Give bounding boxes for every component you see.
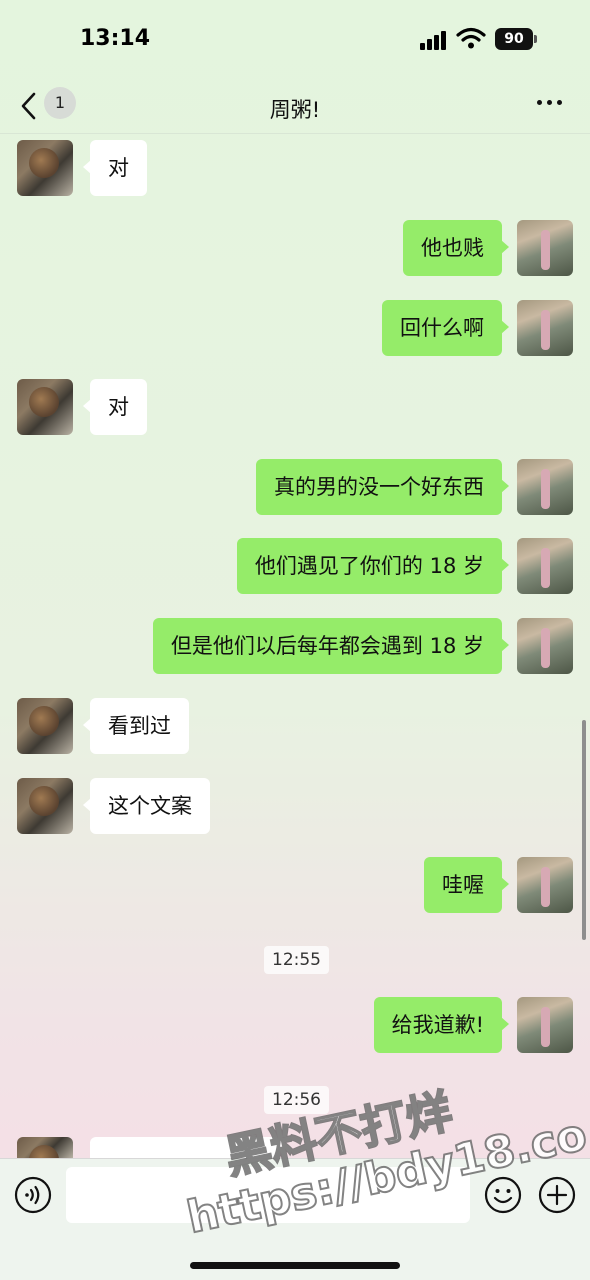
message-timestamp: 12:56 [264, 1086, 329, 1114]
message-bubble-sent[interactable]: 他也贱 [403, 220, 509, 276]
message-bubble-sent[interactable]: 真的男的没一个好东西 [256, 459, 509, 515]
battery-level: 90 [495, 28, 533, 50]
cellular-signal-icon [420, 30, 448, 50]
wifi-icon [456, 27, 486, 49]
plus-icon[interactable] [538, 1176, 576, 1214]
contact-avatar[interactable] [17, 1137, 73, 1158]
message-bubble-sent[interactable]: 给我道歉! [373, 997, 510, 1053]
message-bubble-sent[interactable]: 他们遇见了你们的 18 岁 [236, 538, 510, 594]
contact-avatar[interactable] [17, 379, 73, 435]
status-time: 13:14 [80, 26, 151, 51]
message-bubble-received[interactable]: 对 [83, 140, 147, 196]
emoji-icon[interactable] [484, 1176, 522, 1214]
message-timestamp: 12:55 [264, 946, 329, 974]
my-avatar[interactable] [517, 618, 573, 674]
battery-icon: 90 [495, 28, 539, 50]
message-bubble-received[interactable]: 看到过 [83, 698, 189, 754]
message-input[interactable] [66, 1167, 470, 1223]
my-avatar[interactable] [517, 300, 573, 356]
my-avatar[interactable] [517, 997, 573, 1053]
chat-title: 周粥! [269, 98, 321, 122]
my-avatar[interactable] [517, 220, 573, 276]
scrollbar[interactable] [582, 720, 586, 940]
message-bubble-sent[interactable]: 但是他们以后每年都会遇到 18 岁 [152, 618, 510, 674]
more-dots-icon[interactable] [537, 100, 565, 108]
message-bubble-sent[interactable]: 哇喔 [424, 857, 509, 913]
message-bubble-received-partial[interactable] [90, 1137, 280, 1158]
home-indicator[interactable] [190, 1262, 400, 1269]
message-bubble-received[interactable]: 这个文案 [83, 778, 210, 834]
voice-icon[interactable] [14, 1176, 52, 1214]
message-bubble-sent[interactable]: 回什么啊 [382, 300, 509, 356]
contact-avatar[interactable] [17, 698, 73, 754]
contact-avatar[interactable] [17, 778, 73, 834]
status-bar: 13:14 90 [0, 0, 590, 80]
message-bubble-received[interactable]: 对 [83, 379, 147, 435]
contact-avatar[interactable] [17, 140, 73, 196]
my-avatar[interactable] [517, 538, 573, 594]
my-avatar[interactable] [517, 459, 573, 515]
my-avatar[interactable] [517, 857, 573, 913]
